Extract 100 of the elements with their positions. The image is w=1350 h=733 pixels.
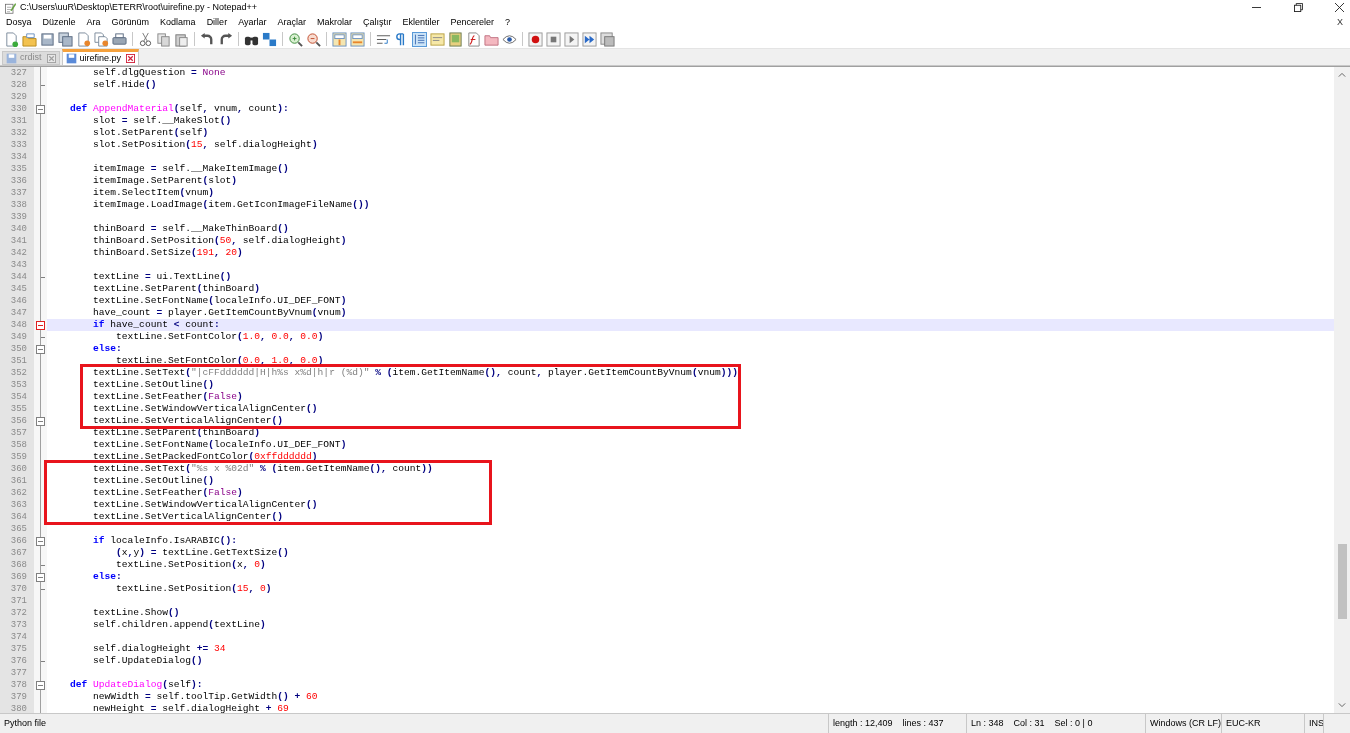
- line-number: 342: [9, 247, 28, 259]
- cut-icon[interactable]: [138, 31, 153, 47]
- close-icon[interactable]: [1335, 3, 1344, 12]
- line-number: 367: [9, 547, 28, 559]
- new-file-icon[interactable]: [4, 31, 19, 47]
- fast-forward-icon[interactable]: [582, 31, 597, 47]
- menu-item[interactable]: Araçlar: [277, 15, 306, 30]
- line-number: 355: [9, 403, 28, 415]
- menu-item[interactable]: ?: [505, 15, 511, 30]
- line-number: 352: [9, 367, 28, 379]
- menu-item[interactable]: Eklentiler: [402, 15, 440, 30]
- line-number: 374: [9, 631, 28, 643]
- line-number: 339: [9, 211, 28, 223]
- line-number: 334: [9, 151, 28, 163]
- save-icon[interactable]: [40, 31, 55, 47]
- line-number: 328: [9, 79, 28, 91]
- line-number: 361: [9, 475, 28, 487]
- line-number: 345: [9, 283, 28, 295]
- line-number: 353: [9, 379, 28, 391]
- copy-icon[interactable]: [156, 31, 171, 47]
- zoom-in-icon[interactable]: [288, 31, 303, 47]
- record-icon[interactable]: [528, 31, 543, 47]
- line-number: 364: [9, 511, 28, 523]
- open-file-icon[interactable]: [22, 31, 37, 47]
- scroll-up-icon[interactable]: [1338, 71, 1346, 79]
- close-file-icon[interactable]: [76, 31, 91, 47]
- fold-end-mark: [41, 565, 45, 566]
- stop-icon[interactable]: [546, 31, 561, 47]
- line-number: 340: [9, 223, 28, 235]
- menu-item[interactable]: Düzenle: [42, 15, 76, 30]
- line-number: 335: [9, 163, 28, 175]
- replace-icon[interactable]: [262, 31, 277, 47]
- line-number: 375: [9, 643, 28, 655]
- collapse-icon[interactable]: [36, 320, 45, 330]
- maximize-icon[interactable]: [1294, 3, 1303, 12]
- line-number: 331: [9, 115, 28, 127]
- redo-icon[interactable]: [218, 31, 233, 47]
- scrollbar-thumb[interactable]: [1337, 544, 1347, 619]
- collapse-icon[interactable]: [36, 572, 45, 582]
- line-number: 350: [9, 343, 28, 355]
- line-number: 377: [9, 667, 28, 679]
- collapse-icon[interactable]: [36, 416, 45, 426]
- collapse-icon[interactable]: [36, 104, 45, 114]
- vertical-scrollbar[interactable]: [1334, 67, 1350, 713]
- close-all-icon[interactable]: [94, 31, 109, 47]
- line-number: 351: [9, 355, 28, 367]
- collapse-icon[interactable]: [36, 536, 45, 546]
- document-map-icon[interactable]: [448, 31, 463, 47]
- line-number: 360: [9, 463, 28, 475]
- line-number: 337: [9, 187, 28, 199]
- window-title: C:\Users\uuR\Desktop\ETERR\root\uirefine.py - Notepad++: [20, 0, 258, 14]
- menu-item[interactable]: Kodlama: [160, 15, 196, 30]
- line-number: 378: [9, 679, 28, 691]
- line-number: 369: [9, 571, 28, 583]
- status-text: Python file: [4, 716, 47, 730]
- paste-icon[interactable]: [174, 31, 189, 47]
- line-number: 376: [9, 655, 28, 667]
- close-tab-icon[interactable]: [126, 54, 136, 63]
- vertical-sync-icon[interactable]: [332, 31, 347, 47]
- language-icon[interactable]: [430, 31, 445, 47]
- line-number: 372: [9, 607, 28, 619]
- line-number: 362: [9, 487, 28, 499]
- line-number: 373: [9, 619, 28, 631]
- line-number: 359: [9, 451, 28, 463]
- collapse-icon[interactable]: [36, 680, 45, 690]
- menu-item[interactable]: Makrolar: [317, 15, 353, 30]
- menu-item[interactable]: Görünüm: [111, 15, 150, 30]
- print-icon[interactable]: [112, 31, 127, 47]
- menu-item[interactable]: Diller: [206, 15, 228, 30]
- close-document-button[interactable]: X: [1337, 15, 1343, 30]
- line-number: 330: [9, 103, 28, 115]
- save-all-icon[interactable]: [58, 31, 73, 47]
- fold-end-mark: [41, 337, 45, 338]
- line-number: 336: [9, 175, 28, 187]
- fold-end-mark: [41, 589, 45, 590]
- collapse-icon[interactable]: [36, 344, 45, 354]
- line-number: 329: [9, 91, 28, 103]
- horizontal-sync-icon[interactable]: [350, 31, 365, 47]
- menu-item[interactable]: Ara: [86, 15, 101, 30]
- line-number: 333: [9, 139, 28, 151]
- zoom-out-icon[interactable]: [306, 31, 321, 47]
- line-number: 348: [9, 319, 28, 331]
- menu-item[interactable]: Pencereler: [450, 15, 495, 30]
- save-macro-icon[interactable]: [600, 31, 615, 47]
- line-number: 357: [9, 427, 28, 439]
- status-text: lines : 437: [902, 716, 944, 730]
- line-number: 371: [9, 595, 28, 607]
- line-number: 365: [9, 523, 28, 535]
- scroll-down-icon[interactable]: [1338, 701, 1346, 709]
- fold-end-mark: [41, 85, 45, 86]
- play-icon[interactable]: [564, 31, 579, 47]
- menu-item[interactable]: Ayarlar: [238, 15, 267, 30]
- indent-guide-icon[interactable]: [412, 31, 427, 47]
- undo-icon[interactable]: [200, 31, 215, 47]
- menu-item[interactable]: Çalıştır: [363, 15, 392, 30]
- line-number: 370: [9, 583, 28, 595]
- function-list-icon[interactable]: [466, 31, 481, 47]
- fold-end-mark: [41, 661, 45, 662]
- file-tab[interactable]: uirefine.py: [61, 49, 140, 65]
- menu-item[interactable]: Dosya: [6, 15, 32, 30]
